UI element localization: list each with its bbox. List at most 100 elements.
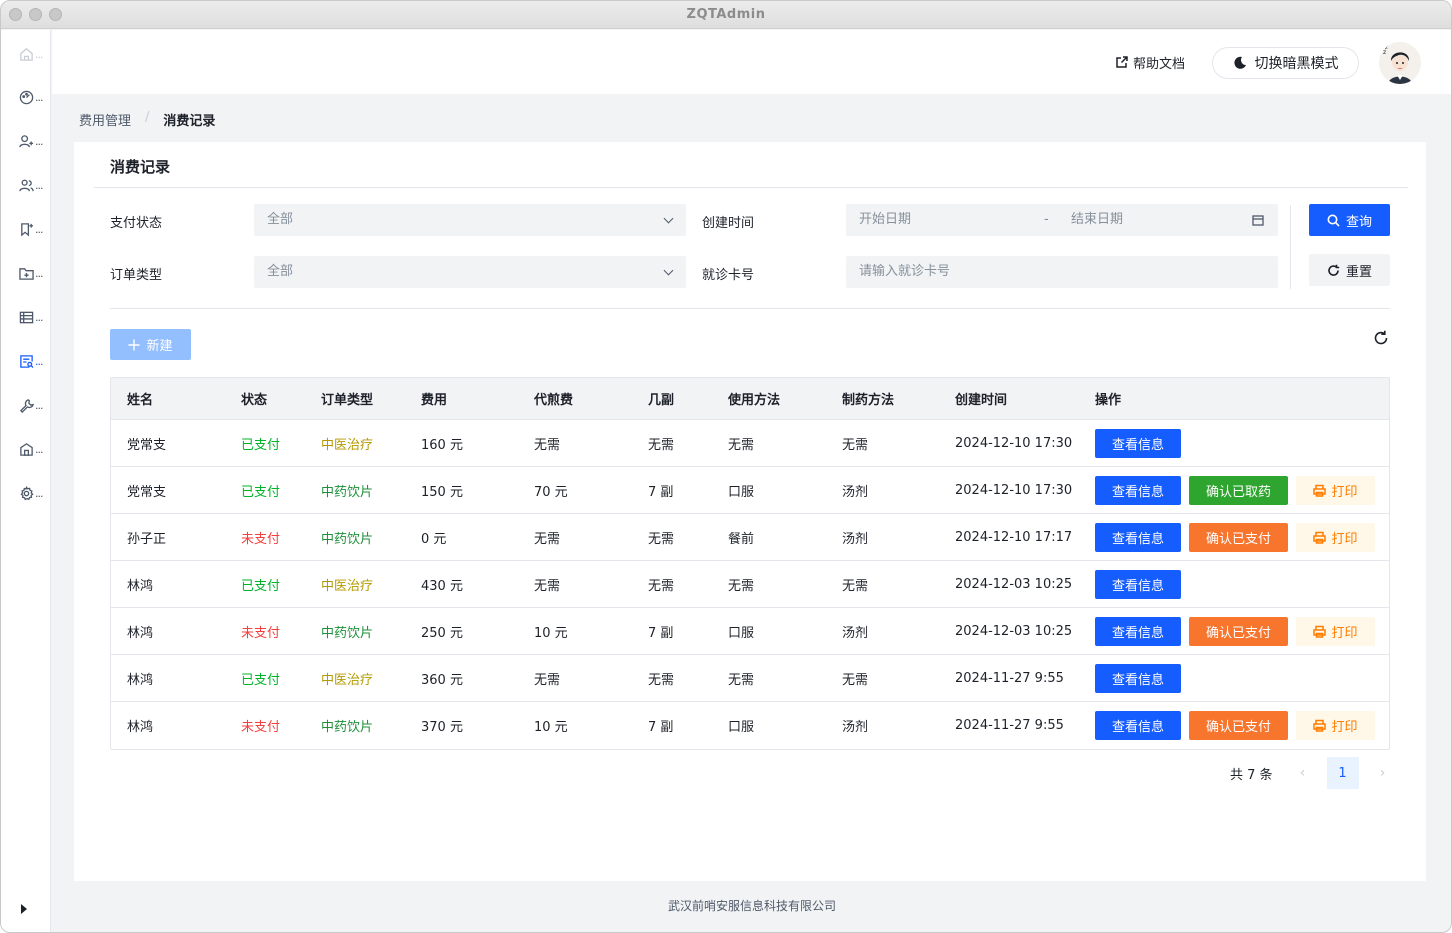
sidebar-item-dashboard[interactable]: ... (19, 87, 47, 107)
view-info-label: 查看信息 (1111, 673, 1164, 688)
next-page-icon[interactable]: › (1367, 765, 1399, 781)
name-cell: 孙子正 (127, 531, 167, 547)
name-cell: 林鸿 (127, 720, 154, 735)
breadcrumb-parent[interactable]: 费用管理 (79, 110, 131, 129)
sidebar-item-folder[interactable]: ... (19, 263, 47, 283)
query-label: 查询 (1345, 214, 1372, 230)
print-button[interactable]: 打印 (1296, 523, 1375, 552)
filter-bottom-divider (110, 308, 1390, 309)
name-cell: 林鸿 (127, 672, 154, 688)
card-no-input[interactable]: 请输入就诊卡号 (846, 256, 1278, 288)
status-cell: 已支付 (241, 672, 281, 688)
fee-cell: 160 元 (421, 437, 463, 453)
view-info-button[interactable]: 查看信息 (1095, 664, 1181, 693)
order-type-cell: 中医治疗 (321, 578, 374, 594)
confirm-paid-button[interactable]: 确认已支付 (1189, 617, 1288, 646)
print-button[interactable]: 打印 (1296, 476, 1375, 505)
sidebar-item-tools[interactable]: ... (19, 395, 47, 415)
doses-cell: 7 副 (648, 625, 674, 641)
help-docs-link[interactable]: 帮助文档 (1116, 50, 1185, 74)
print-button[interactable]: 打印 (1296, 617, 1375, 646)
doses-cell: 无需 (648, 578, 675, 594)
doses-cell: 无需 (648, 437, 675, 453)
print-button[interactable]: 打印 (1296, 711, 1375, 740)
confirm-paid-button[interactable]: 确认已支付 (1189, 711, 1288, 740)
close-window-button[interactable] (9, 8, 22, 21)
printer-icon (1313, 719, 1327, 732)
sidebar-item-settings[interactable]: ... (19, 483, 47, 503)
table-row: 孙子正 未支付 中药饮片 0 元 无需 无需 餐前 汤剂 2024-12-10 17:17 查看信… (111, 514, 1389, 561)
end-date-input[interactable]: 结束日期 (1071, 204, 1123, 236)
order-type-cell: 中医治疗 (321, 672, 374, 688)
date-range-picker[interactable]: 开始日期 - 结束日期 (846, 204, 1278, 236)
decoct-fee-cell: 无需 (534, 437, 561, 453)
fee-cell: 250 元 (421, 625, 463, 641)
name-cell: 党常支 (127, 484, 167, 500)
building-icon (20, 442, 33, 456)
method-cell: 汤剂 (842, 625, 869, 641)
order-type-cell: 中药饮片 (321, 531, 374, 547)
breadcrumb-separator: / (145, 110, 150, 125)
confirm-paid-label: 确认已支付 (1205, 532, 1271, 547)
search-icon (1327, 214, 1340, 227)
pay-status-value: 全部 (267, 212, 294, 227)
moon-icon (1233, 56, 1246, 69)
confirm-taken-label: 确认已取药 (1205, 485, 1271, 500)
confirm-paid-button[interactable]: 确认已支付 (1189, 523, 1288, 552)
view-info-button[interactable]: 查看信息 (1095, 617, 1181, 646)
view-info-button[interactable]: 查看信息 (1095, 429, 1181, 458)
fee-cell: 150 元 (421, 484, 463, 500)
sidebar-item-list[interactable]: ... (19, 307, 47, 327)
status-cell: 已支付 (241, 484, 281, 500)
record-icon (20, 354, 34, 368)
status-cell: 未支付 (241, 625, 281, 641)
minimize-window-button[interactable] (29, 8, 42, 21)
reset-button[interactable]: 重置 (1309, 254, 1390, 286)
view-info-button[interactable]: 查看信息 (1095, 570, 1181, 599)
reset-label: 重置 (1345, 264, 1372, 280)
records-card: 消费记录 支付状态 全部 创建时间 开始日期 - 结束日期 订单类型 全部 就诊… (74, 142, 1426, 881)
usage-cell: 餐前 (728, 531, 755, 547)
records-table: 姓名 状态 订单类型 费用 代煎费 几副 使用方法 制药方法 创建时间 操作 党常支 已支付 中医治疗… (110, 377, 1390, 750)
new-button[interactable]: 新建 (110, 329, 191, 360)
column-header: 订单类型 (321, 393, 374, 408)
order-type-select[interactable]: 全部 (254, 256, 686, 288)
printer-icon (1313, 625, 1327, 638)
column-header: 创建时间 (955, 393, 1008, 408)
home-icon (20, 47, 33, 61)
created-time-cell: 2024-12-10 17:17 (955, 529, 1073, 545)
sidebar-item-user-add[interactable]: ... (19, 131, 47, 151)
start-date-input[interactable]: 开始日期 (859, 212, 911, 227)
view-info-button[interactable]: 查看信息 (1095, 476, 1181, 505)
view-info-label: 查看信息 (1111, 485, 1164, 500)
refresh-icon[interactable] (1372, 329, 1390, 347)
view-info-button[interactable]: 查看信息 (1095, 711, 1181, 740)
avatar-image: z z (1379, 42, 1421, 84)
sidebar-collapse-icon[interactable] (21, 904, 27, 914)
prev-page-icon[interactable]: ‹ (1287, 765, 1319, 781)
created-time-cell: 2024-12-03 10:25 (955, 623, 1073, 639)
sidebar-item-records[interactable]: ... (19, 351, 47, 371)
column-header: 姓名 (127, 393, 154, 408)
dark-mode-toggle[interactable]: 切换暗黑模式 (1212, 47, 1359, 79)
confirm-taken-button[interactable]: 确认已取药 (1189, 476, 1288, 505)
page-1-button[interactable]: 1 (1326, 757, 1359, 789)
query-button[interactable]: 查询 (1309, 204, 1390, 236)
external-link-icon (1116, 56, 1128, 68)
table-row: 林鸿 已支付 中医治疗 430 元 无需 无需 无需 无需 2024-12-03 10:25 查看… (111, 561, 1389, 608)
maximize-window-button[interactable] (49, 8, 62, 21)
avatar[interactable]: z z (1379, 42, 1421, 84)
sidebar-item-users[interactable]: ... (19, 175, 47, 195)
table-row: 林鸿 未支付 中药饮片 250 元 10 元 7 副 口服 汤剂 2024-12-03 10:2… (111, 608, 1389, 655)
decoct-fee-cell: 10 元 (534, 720, 568, 735)
sidebar-item-building[interactable]: ... (19, 439, 47, 459)
reset-icon (1328, 264, 1340, 276)
pay-status-select[interactable]: 全部 (254, 204, 686, 236)
date-range-dash: - (1044, 212, 1049, 227)
sidebar-item-home[interactable]: ... (19, 44, 47, 64)
chevron-down-icon (663, 265, 674, 276)
view-info-button[interactable]: 查看信息 (1095, 523, 1181, 552)
sidebar-item-bookmark[interactable]: ... (19, 219, 47, 239)
tool-icon (19, 398, 34, 413)
printer-icon (1313, 531, 1327, 544)
